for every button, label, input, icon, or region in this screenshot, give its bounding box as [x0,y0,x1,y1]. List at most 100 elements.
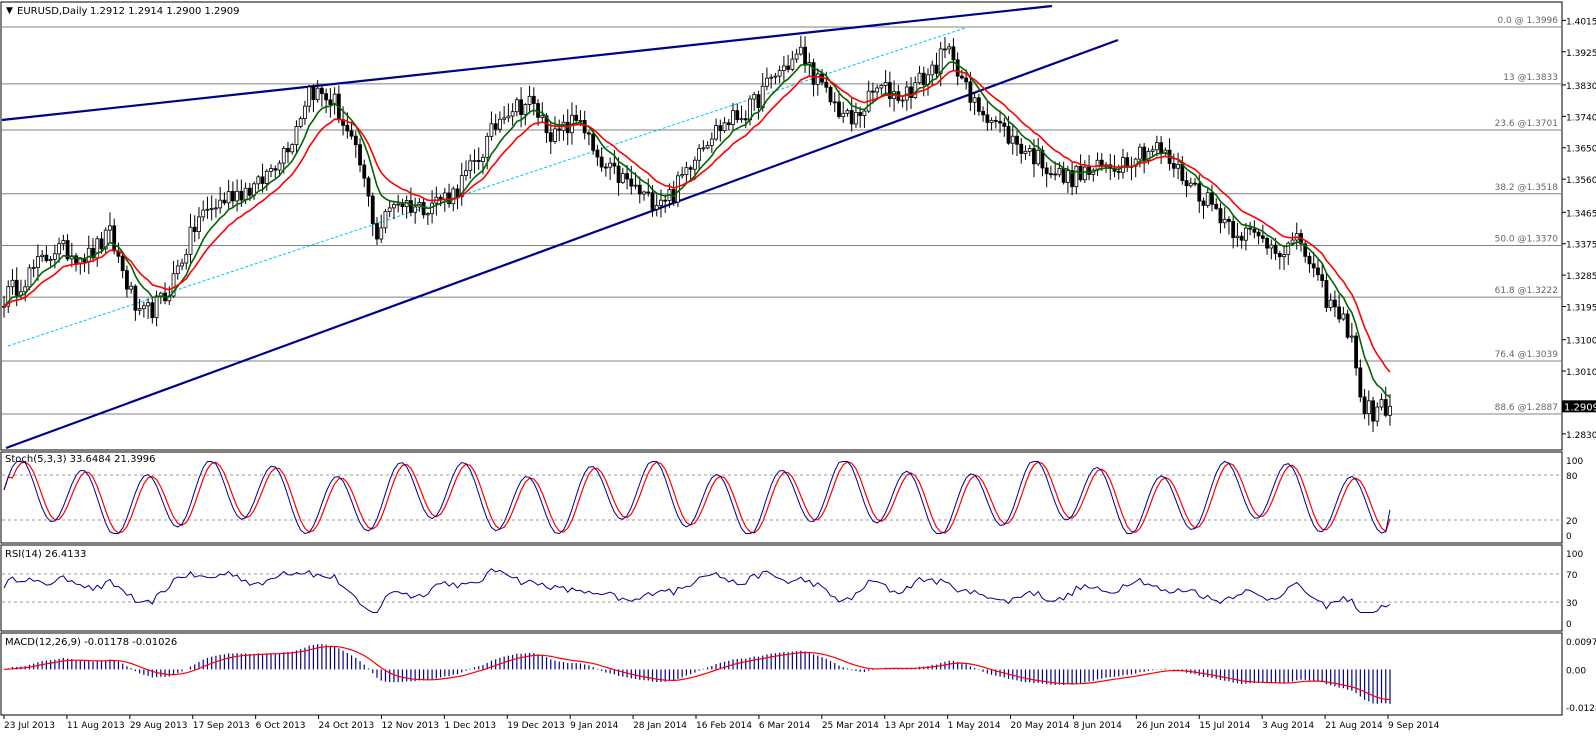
candle-body [442,192,447,200]
candle-body [637,184,642,195]
candle-body [1184,180,1189,187]
candle-body [188,226,193,255]
candle-body [824,81,829,88]
candle-body [765,77,769,87]
price-tick-label: 1.3465 [1566,209,1596,219]
candle-body [387,207,392,212]
candle-body [726,122,731,125]
fib-level-label: 23.6 @1.3701 [1495,119,1558,129]
candle-body [1273,244,1278,254]
candle-body [587,132,591,135]
candle-body [370,195,375,224]
red-moving-average-line [3,69,1391,373]
time-tick-label: 21 Aug 2014 [1325,721,1383,731]
candle-body [481,156,485,163]
candle-body [900,99,905,102]
candle-body [781,65,786,71]
candle-body [841,112,846,117]
candle-body [99,238,104,250]
symbol-title: EURUSD,Daily [17,6,88,17]
time-tick-label: 8 Jun 2014 [1073,721,1122,731]
candle-body [1362,396,1367,414]
candle-body [379,227,384,240]
candle-body [506,115,511,119]
candle-body [1044,167,1049,175]
candle-body [955,59,960,77]
candle-body [1282,254,1286,258]
chart-window[interactable]: 0.0 @ 1.3996 13 @1.3833 23.6 @1.3701 38.2 @… [0,0,1596,745]
candle-body [214,207,218,210]
candle-body [1171,163,1176,169]
candle-body [1256,231,1261,237]
candle-body [1019,143,1024,154]
time-tick-label: 9 Sep 2014 [1388,721,1440,731]
candle-body [86,247,91,263]
candle-body [451,188,456,205]
candle-body [989,119,994,123]
candle-body [498,118,502,130]
candle-body [1277,253,1282,258]
candle-body [464,170,468,176]
macd-signal-line [3,645,1391,701]
stochastic-pane[interactable]: 100 80 20 0 Stoch(5,3,3) 33.6484 21.3996 [2,454,1583,542]
candle-body [1121,157,1125,173]
fib-level-label: 61.8 @1.3222 [1495,286,1558,296]
rsi-pane[interactable]: 100 70 30 0 RSI(14) 26.4133 [2,549,1583,630]
candle-body [197,216,201,233]
candle-body [1243,227,1248,241]
candle-body [476,160,481,163]
candle-body [514,99,519,113]
menu-arrow-icon[interactable]: ▼ [6,6,13,16]
candle-body [192,226,197,233]
candle-body [735,110,740,121]
candle-body [1201,200,1206,206]
candle-body [205,208,210,211]
chart-canvas[interactable]: 0.0 @ 1.3996 13 @1.3833 23.6 @1.3701 38.2 @… [0,0,1596,745]
candle-body [921,72,926,86]
candle-body [226,191,231,204]
candle-body [1087,166,1091,175]
pane-frame [0,632,1563,716]
candle-body [998,120,1002,124]
stochastic-signal-line [3,461,1391,534]
candle-body [553,128,557,142]
candle-body [235,190,240,202]
candle-body [10,279,15,288]
candle-body [595,149,600,158]
candle-body [349,130,354,137]
candle-body [175,265,180,275]
price-pane[interactable]: 0.0 @ 1.3996 13 @1.3833 23.6 @1.3701 38.2 @… [1,4,1596,450]
candle-body [358,144,362,166]
candle-body [1383,399,1388,416]
candle-body [1036,149,1041,165]
candle-body [1316,267,1320,276]
candle-body [536,103,540,118]
candle-body [383,211,388,229]
stochastic-levels: 100 80 20 0 [2,457,1583,542]
candle-body [858,112,863,117]
candle-body [392,204,396,209]
candle-body [709,138,714,146]
candle-body [680,174,685,177]
candle-body [298,118,303,127]
candle-body [684,167,689,175]
candle-body [112,225,117,252]
candle-body [1311,263,1316,269]
fib-level-label: 38.2 @1.3518 [1495,183,1559,193]
candle-body [61,240,66,245]
candle-body [57,243,62,255]
candle-body [218,199,223,209]
candle-body [1193,182,1197,185]
candle-body [743,118,748,121]
candle-body [52,253,57,260]
candle-body [1345,313,1350,338]
time-tick-label: 11 Aug 2013 [67,721,125,731]
candle-body [1176,163,1180,169]
macd-tick-label: 0.00972 [1566,638,1596,648]
candle-body [964,77,969,83]
candle-body [985,114,990,123]
candle-body [676,175,680,203]
macd-pane[interactable]: 0.00972 0.00 -0.01283 MACD(12,26,9) -0.011… [3,637,1596,714]
candle-body [108,225,112,231]
candle-body [502,117,507,120]
